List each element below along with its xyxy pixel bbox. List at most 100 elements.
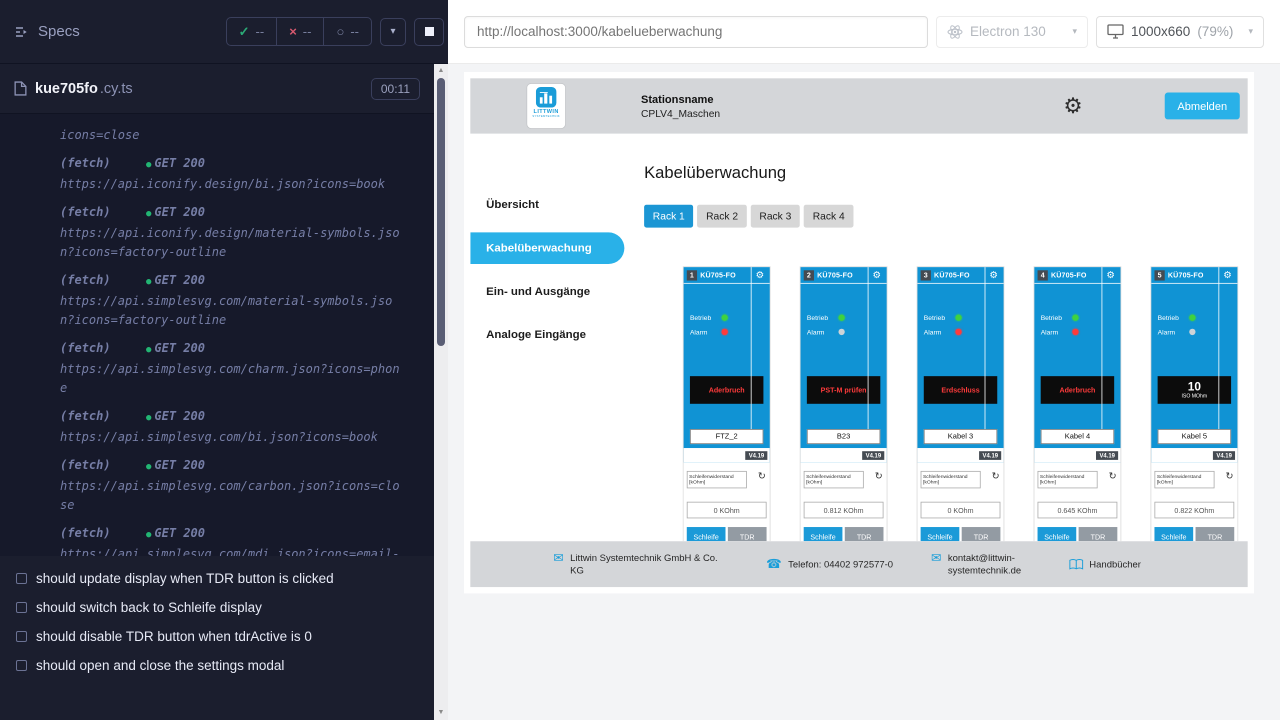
sidebar-item[interactable]: Analoge Eingänge: [470, 319, 624, 351]
footer-company: ✉ Littwin Systemtechnik GmbH & Co. KG: [553, 551, 728, 577]
spec-name[interactable]: kue705fo: [35, 81, 98, 97]
cable-name-field[interactable]: B23: [807, 429, 880, 444]
card-settings-gear-icon[interactable]: ⚙: [985, 270, 1002, 279]
specs-menu-icon: [14, 24, 30, 40]
sidebar-item[interactable]: Kabelüberwachung: [470, 232, 624, 264]
status-text: PST-M prüfen: [821, 386, 867, 394]
schleife-button[interactable]: Schleife: [921, 527, 960, 541]
log-entry[interactable]: (fetch)●GET 200 https://api.simplesvg.co…: [60, 524, 404, 556]
test-item[interactable]: should open and close the settings modal: [0, 651, 434, 680]
log-status: GET 200: [154, 205, 205, 219]
sidebar-item[interactable]: Ein- und Ausgänge: [470, 276, 624, 308]
card-model: KÜ705-FO: [1051, 271, 1087, 279]
log-entry[interactable]: (fetch)●GET 200 https://api.simplesvg.co…: [60, 407, 404, 447]
tdr-button[interactable]: TDR: [845, 527, 884, 541]
log-entry[interactable]: (fetch)●GET 200 https://api.simplesvg.co…: [60, 271, 404, 330]
version-strip: V4.19: [684, 448, 770, 462]
log-entry[interactable]: (fetch)●GET 200 https://api.iconify.desi…: [60, 203, 404, 262]
log-url: https://api.simplesvg.com/carbon.json?ic…: [60, 477, 404, 515]
resistance-value: 0.645 KOhm: [1038, 502, 1118, 519]
footer-manuals[interactable]: Handbücher: [1069, 558, 1141, 571]
status-text: Aderbruch: [709, 386, 745, 394]
browser-select[interactable]: Electron 130 ▾: [936, 16, 1088, 48]
log-command: (fetch): [60, 271, 146, 290]
sidebar-item-label: Ein- und Ausgänge: [486, 285, 590, 298]
log-entry[interactable]: (fetch)●GET 200 https://api.iconify.desi…: [60, 154, 404, 194]
version-badge: V4.19: [979, 451, 1001, 460]
scroll-down-arrow[interactable]: ▼: [434, 707, 448, 719]
manuals-label: Handbücher: [1089, 558, 1141, 571]
log-entry[interactable]: (fetch)●GET 200 https://api.simplesvg.co…: [60, 339, 404, 398]
tdr-button[interactable]: TDR: [1079, 527, 1118, 541]
test-box-icon: [16, 660, 27, 671]
refresh-icon[interactable]: ↻: [1109, 471, 1117, 480]
refresh-icon[interactable]: ↻: [992, 471, 1000, 480]
status-dot-icon: ●: [146, 413, 151, 423]
tdr-button[interactable]: TDR: [962, 527, 1001, 541]
alarm-led: [838, 329, 844, 335]
vertical-scrollbar[interactable]: ▲ ▼: [434, 64, 448, 720]
tdr-button[interactable]: TDR: [1196, 527, 1235, 541]
test-item[interactable]: should switch back to Schleife display: [0, 593, 434, 622]
betrieb-row: Betrieb: [1034, 312, 1078, 323]
sidebar-item[interactable]: Übersicht: [470, 189, 624, 221]
logout-button[interactable]: Abmelden: [1165, 93, 1240, 120]
footer-email[interactable]: ✉ kontakt@littwin-systemtechnik.de: [931, 551, 1031, 577]
cable-name-field[interactable]: Kabel 5: [1158, 429, 1231, 444]
test-item[interactable]: should update display when TDR button is…: [0, 564, 434, 593]
email-address: kontakt@littwin-systemtechnik.de: [948, 551, 1031, 577]
card-settings-gear-icon[interactable]: ⚙: [868, 270, 885, 279]
schleife-button[interactable]: Schleife: [1038, 527, 1077, 541]
stat-passed: ✓ --: [227, 18, 277, 45]
specs-button[interactable]: Specs: [14, 23, 80, 40]
refresh-icon[interactable]: ↻: [1226, 471, 1234, 480]
betrieb-led: [838, 315, 844, 321]
email-icon: ✉: [553, 552, 564, 565]
spec-timer: 00:11: [371, 78, 420, 100]
cable-name-field[interactable]: Kabel 4: [1041, 429, 1114, 444]
rack-tabs: Rack 1 Rack 2 Rack 3 Rack 4: [644, 205, 1248, 228]
collapse-button[interactable]: ▾: [380, 18, 406, 46]
chevron-down-icon: ▾: [390, 26, 395, 37]
url-input[interactable]: http://localhost:3000/kabelueberwachung: [464, 16, 928, 48]
schleife-button[interactable]: Schleife: [804, 527, 843, 541]
browser-chrome-bar: http://localhost:3000/kabelueberwachung …: [448, 0, 1280, 64]
log-url: https://api.simplesvg.com/mdi.json?icons…: [60, 545, 404, 556]
app-body: Übersicht Kabelüberwachung Ein- und Ausg…: [470, 134, 1247, 542]
footer-phone[interactable]: ☎ Telefon: 04402 972577-0: [766, 557, 893, 570]
card-settings-gear-icon[interactable]: ⚙: [1102, 270, 1119, 279]
refresh-icon[interactable]: ↻: [758, 471, 766, 480]
company-name: Littwin Systemtechnik GmbH & Co. KG: [570, 551, 728, 577]
card-settings-gear-icon[interactable]: ⚙: [1219, 270, 1236, 279]
test-box-icon: [16, 602, 27, 613]
test-box-icon: [16, 573, 27, 584]
rack-tab[interactable]: Rack 1: [644, 205, 693, 228]
book-icon: [1069, 559, 1083, 571]
settings-gear-icon[interactable]: ⚙: [1063, 95, 1082, 116]
viewport-select[interactable]: 1000x660 (79%) ▾: [1096, 16, 1264, 48]
tdr-button[interactable]: TDR: [728, 527, 767, 541]
scroll-up-arrow[interactable]: ▲: [434, 65, 448, 77]
resistance-label: Schleifenwiderstand [kOhm]: [1154, 471, 1214, 489]
version-badge: V4.19: [746, 451, 768, 460]
status-display: Aderbruch: [1041, 376, 1114, 404]
status-dot-icon: ●: [146, 209, 151, 219]
card-model: KÜ705-FO: [817, 271, 853, 279]
cable-name-field[interactable]: Kabel 3: [924, 429, 997, 444]
log-entry[interactable]: (fetch)●GET 200 https://api.simplesvg.co…: [60, 456, 404, 515]
schleife-button[interactable]: Schleife: [1154, 527, 1193, 541]
schleife-button[interactable]: Schleife: [687, 527, 726, 541]
stop-button[interactable]: [414, 18, 444, 46]
card-settings-gear-icon[interactable]: ⚙: [752, 270, 769, 279]
rack-tab[interactable]: Rack 2: [697, 205, 746, 228]
refresh-icon[interactable]: ↻: [875, 471, 883, 480]
card-divider: [985, 267, 986, 429]
test-item[interactable]: should disable TDR button when tdrActive…: [0, 622, 434, 651]
sidebar-item-label: Kabelüberwachung: [486, 242, 592, 255]
status-subtext: ISO MOhm: [1182, 394, 1208, 400]
cable-name-field[interactable]: FTZ_2: [690, 429, 763, 444]
rack-tab[interactable]: Rack 3: [751, 205, 800, 228]
rack-tab[interactable]: Rack 4: [804, 205, 853, 228]
resistance-label: Schleifenwiderstand [kOhm]: [1038, 471, 1098, 489]
scrollbar-thumb[interactable]: [437, 78, 445, 346]
